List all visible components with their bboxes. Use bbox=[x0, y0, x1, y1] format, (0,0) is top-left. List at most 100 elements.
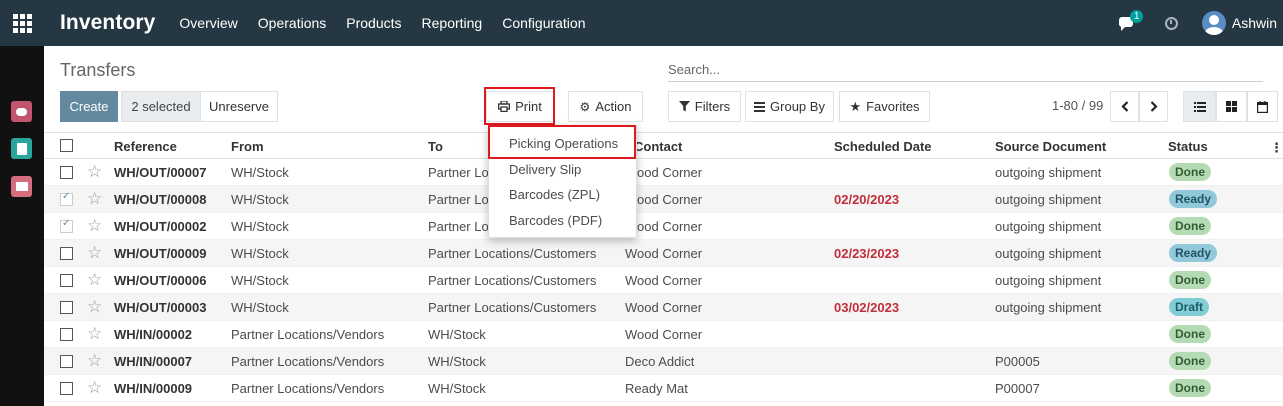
priority-star-icon[interactable]: ☆ bbox=[87, 243, 102, 263]
status-badge: Ready bbox=[1169, 244, 1218, 262]
selected-count-button[interactable]: 2 selected bbox=[121, 91, 201, 122]
priority-star-icon[interactable]: ☆ bbox=[87, 216, 102, 236]
row-checkbox[interactable] bbox=[60, 301, 73, 314]
optional-columns-icon[interactable]: ⋮ bbox=[1270, 140, 1283, 156]
menu-item-delivery-slip[interactable]: Delivery Slip bbox=[509, 162, 581, 177]
cell-source-document: outgoing shipment bbox=[995, 273, 1102, 288]
pager-value[interactable]: 1-80 / 99 bbox=[1052, 98, 1103, 113]
select-all-checkbox[interactable] bbox=[60, 139, 73, 152]
inventory-app-icon[interactable] bbox=[11, 176, 32, 197]
user-name[interactable]: Ashwin bbox=[1232, 15, 1277, 31]
cell-contact: Ready Mat bbox=[625, 381, 688, 396]
chat-icon[interactable]: 1 bbox=[1118, 10, 1144, 33]
cell-reference: WH/IN/00007 bbox=[114, 354, 193, 369]
column-status[interactable]: Status bbox=[1168, 139, 1208, 154]
row-checkbox[interactable] bbox=[60, 218, 73, 233]
menu-item-barcodes-pdf[interactable]: Barcodes (PDF) bbox=[509, 213, 602, 228]
pager-previous-button[interactable] bbox=[1110, 91, 1139, 122]
cell-to: Partner Locations/Customers bbox=[428, 246, 597, 261]
table-row[interactable]: ☆ WH/OUT/00006 WH/Stock Partner Locations/C… bbox=[44, 267, 1283, 294]
table-row[interactable]: ☆ WH/IN/00009 Partner Locations/Vendors WH/… bbox=[44, 375, 1283, 402]
gear-icon: ⚙ bbox=[579, 99, 591, 114]
menu-configuration[interactable]: Configuration bbox=[502, 15, 585, 31]
list-view-button[interactable] bbox=[1183, 91, 1216, 122]
contacts-app-icon[interactable] bbox=[11, 138, 32, 159]
table-body: ☆ WH/OUT/00007 WH/Stock Partner Locations/C… bbox=[44, 159, 1283, 402]
menu-item-picking-operations[interactable]: Picking Operations bbox=[509, 136, 618, 151]
cell-to: WH/Stock bbox=[428, 327, 486, 342]
action-button[interactable]: ⚙ Action bbox=[568, 91, 643, 122]
table-row[interactable]: ☆ WH/OUT/00009 WH/Stock Partner Locations/C… bbox=[44, 240, 1283, 267]
apps-menu-icon[interactable] bbox=[0, 0, 44, 46]
priority-star-icon[interactable]: ☆ bbox=[87, 378, 102, 398]
priority-star-icon[interactable]: ☆ bbox=[87, 270, 102, 290]
bars-icon bbox=[754, 101, 766, 112]
status-badge-label: Draft bbox=[1169, 298, 1210, 316]
user-avatar[interactable] bbox=[1201, 11, 1226, 35]
status-badge: Done bbox=[1169, 271, 1211, 289]
row-checkbox[interactable] bbox=[60, 247, 73, 260]
row-checkbox[interactable] bbox=[60, 355, 73, 368]
column-source-document[interactable]: Source Document bbox=[995, 139, 1106, 154]
table-row[interactable]: ☆WH/OUT/00007WH/StockPartner Locations/C… bbox=[44, 159, 1283, 186]
row-checkbox[interactable] bbox=[60, 382, 73, 395]
activity-clock-icon[interactable] bbox=[1164, 16, 1178, 30]
table-row[interactable]: ☆ WH/OUT/00003 WH/Stock Partner Locations/C… bbox=[44, 294, 1283, 321]
priority-star-icon[interactable]: ☆ bbox=[87, 324, 102, 344]
row-checkbox[interactable] bbox=[60, 166, 73, 179]
status-badge: Draft bbox=[1169, 298, 1210, 316]
menu-reporting[interactable]: Reporting bbox=[422, 15, 483, 31]
filter-icon bbox=[678, 101, 690, 112]
table-row[interactable]: ☆ WH/IN/00007 Partner Locations/Vendors WH/… bbox=[44, 348, 1283, 375]
kanban-view-button[interactable] bbox=[1216, 91, 1247, 122]
cell-source-document: P00007 bbox=[995, 381, 1040, 396]
cell-reference: WH/OUT/00009 bbox=[114, 246, 207, 261]
create-button[interactable]: Create bbox=[60, 91, 118, 122]
priority-star-icon[interactable]: ☆ bbox=[87, 351, 102, 371]
cell-reference: WH/IN/00002 bbox=[114, 327, 193, 342]
menu-products[interactable]: Products bbox=[346, 15, 401, 31]
favorites-label: Favorites bbox=[866, 99, 920, 114]
priority-star-icon[interactable]: ☆ bbox=[87, 162, 102, 182]
cell-scheduled-date: 02/20/2023 bbox=[834, 192, 900, 207]
app-brand[interactable]: Inventory bbox=[60, 11, 155, 35]
row-checkbox[interactable] bbox=[60, 328, 73, 341]
calendar-view-button[interactable] bbox=[1247, 91, 1278, 122]
unreserve-button[interactable]: Unreserve bbox=[200, 91, 278, 122]
column-scheduled-date[interactable]: Scheduled Date bbox=[834, 139, 932, 154]
priority-star-icon[interactable]: ☆ bbox=[87, 189, 102, 209]
status-badge-label: Done bbox=[1169, 379, 1211, 397]
cell-from: WH/Stock bbox=[231, 300, 289, 315]
table-row[interactable]: ☆ WH/IN/00002 Partner Locations/Vendors WH/… bbox=[44, 321, 1283, 348]
cell-scheduled-date: 02/23/2023 bbox=[834, 246, 900, 261]
pager-next-button[interactable] bbox=[1139, 91, 1168, 122]
column-to[interactable]: To bbox=[428, 139, 443, 154]
filters-button[interactable]: Filters bbox=[668, 91, 741, 122]
cell-source-document: outgoing shipment bbox=[995, 165, 1102, 180]
column-from[interactable]: From bbox=[231, 139, 264, 154]
priority-star-icon[interactable]: ☆ bbox=[87, 297, 102, 317]
column-reference[interactable]: Reference bbox=[114, 139, 177, 154]
cell-contact: Wood Corner bbox=[625, 273, 703, 288]
status-badge-label: Done bbox=[1169, 271, 1211, 289]
row-checkbox[interactable] bbox=[60, 274, 73, 287]
menu-item-barcodes-zpl[interactable]: Barcodes (ZPL) bbox=[509, 187, 600, 202]
menu-overview[interactable]: Overview bbox=[179, 15, 237, 31]
menu-operations[interactable]: Operations bbox=[258, 15, 326, 31]
status-badge: Done bbox=[1169, 352, 1211, 370]
table-row[interactable]: ☆WH/OUT/00008WH/StockPartner Locations/C… bbox=[44, 186, 1283, 213]
cell-contact: Wood Corner bbox=[625, 300, 703, 315]
status-badge: Ready bbox=[1169, 190, 1218, 208]
row-checkbox[interactable] bbox=[60, 191, 73, 206]
table-row[interactable]: ☆WH/OUT/00002WH/StockPartner Locations/C… bbox=[44, 213, 1283, 240]
print-icon bbox=[498, 101, 511, 112]
favorites-button[interactable]: ★ Favorites bbox=[839, 91, 930, 122]
print-button[interactable]: Print bbox=[486, 91, 554, 122]
group-by-button[interactable]: Group By bbox=[745, 91, 834, 122]
search-input[interactable]: Search... bbox=[668, 60, 1263, 82]
discuss-app-icon[interactable] bbox=[11, 101, 32, 122]
cell-from: Partner Locations/Vendors bbox=[231, 381, 385, 396]
status-badge: Done bbox=[1169, 163, 1211, 181]
column-contact[interactable]: Contact bbox=[634, 139, 682, 154]
cell-from: WH/Stock bbox=[231, 192, 289, 207]
